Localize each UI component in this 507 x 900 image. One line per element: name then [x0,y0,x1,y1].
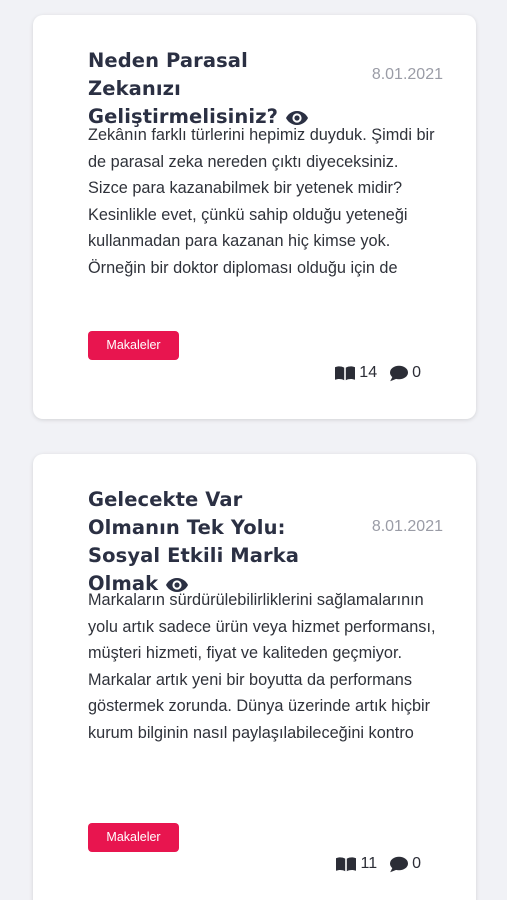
read-count-value: 11 [360,855,378,872]
read-count: 14 [334,364,377,382]
article-title[interactable]: Gelecekte Var Olmanın Tek Yolu: Sosyal E… [88,488,299,595]
article-feed: Neden Parasal Zekanızı Geliştirmelisiniz… [0,0,507,900]
article-date: 8.01.2021 [371,66,443,83]
read-count-value: 14 [359,364,378,381]
article-header: Neden Parasal Zekanızı Geliştirmelisiniz… [88,47,443,131]
comment-icon [390,856,409,872]
category-badge[interactable]: Makaleler [88,823,179,852]
article-card[interactable]: Neden Parasal Zekanızı Geliştirmelisiniz… [33,15,476,419]
comment-count: 0 [389,855,421,873]
article-excerpt: Zekânın farklı türlerini hepimiz duyduk.… [88,126,435,277]
book-open-icon [336,857,357,872]
article-excerpt: Markaların sürdürülebilirliklerini sağla… [88,591,436,742]
article-header: Gelecekte Var Olmanın Tek Yolu: Sosyal E… [88,486,443,598]
article-stats: 11 0 [335,855,421,873]
article-stats: 14 0 [334,364,421,382]
comment-icon [390,365,409,381]
read-count: 11 [335,855,377,873]
article-title-wrap[interactable]: Gelecekte Var Olmanın Tek Yolu: Sosyal E… [88,486,333,598]
book-open-icon [335,366,356,381]
article-date: 8.01.2021 [371,518,443,535]
article-title[interactable]: Neden Parasal Zekanızı Geliştirmelisiniz… [88,49,278,128]
category-badge[interactable]: Makaleler [88,331,179,360]
article-title-wrap[interactable]: Neden Parasal Zekanızı Geliştirmelisiniz… [88,47,333,131]
comment-count-value: 0 [412,364,421,381]
article-card[interactable]: Gelecekte Var Olmanın Tek Yolu: Sosyal E… [33,454,476,900]
comment-count: 0 [389,364,421,382]
comment-count-value: 0 [412,855,421,872]
